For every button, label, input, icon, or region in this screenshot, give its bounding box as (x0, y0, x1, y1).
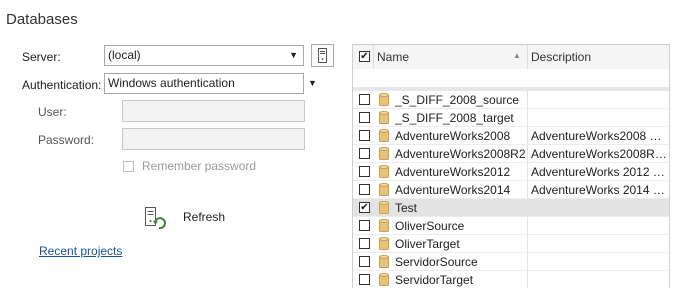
header-divider (373, 45, 374, 69)
user-field[interactable] (122, 100, 305, 122)
user-label: User: (38, 105, 67, 119)
database-name: _S_DIFF_2008_source (395, 93, 520, 107)
filter-row[interactable] (353, 69, 669, 88)
database-icon (379, 93, 389, 106)
server-value: (local) (108, 48, 141, 62)
database-icon (379, 147, 389, 160)
chevron-down-icon: ▼ (289, 50, 298, 60)
database-name: ServidorSource (395, 255, 478, 269)
database-icon (379, 111, 389, 124)
column-divider (527, 235, 528, 252)
database-description: AdventureWorks2008 Sa... (531, 129, 667, 143)
chevron-down-icon[interactable]: ▼ (308, 78, 317, 88)
table-row[interactable]: AdventureWorks2014 AdventureWorks 2014 Sa… (353, 181, 669, 199)
database-name: AdventureWorks2008R2 (395, 147, 526, 161)
refresh-button[interactable]: Refresh (140, 203, 230, 233)
header-divider (527, 45, 528, 69)
recent-projects-link[interactable]: Recent projects (39, 244, 122, 258)
remember-password-checkbox[interactable] (123, 161, 134, 172)
database-icon (379, 219, 389, 232)
table-row[interactable]: OliverTarget (353, 235, 669, 253)
table-row[interactable]: _S_DIFF_2008_target (353, 109, 669, 127)
server-refresh-icon (145, 207, 166, 230)
database-description: AdventureWorks 2014 Sa... (531, 183, 667, 197)
database-icon (379, 255, 389, 268)
server-browse-icon (318, 48, 327, 63)
database-description: AdventureWorks 2012 Sa... (531, 165, 667, 179)
table-row[interactable]: ServidorTarget (353, 271, 669, 288)
column-divider (527, 127, 528, 144)
database-name: AdventureWorks2014 (395, 183, 511, 197)
row-checkbox[interactable] (359, 220, 370, 231)
database-name: AdventureWorks2012 (395, 165, 511, 179)
row-checkbox[interactable] (359, 274, 370, 285)
database-icon (379, 201, 389, 214)
sort-up-icon: ▲ (513, 51, 521, 60)
page-title: Databases (6, 11, 78, 28)
refresh-label: Refresh (183, 210, 226, 224)
database-name: Test (395, 201, 418, 215)
browse-server-button[interactable] (311, 44, 334, 67)
table-row[interactable]: AdventureWorks2008R2 AdventureWorks2008R2… (353, 145, 669, 163)
database-icon (379, 237, 389, 250)
row-checkbox[interactable] (359, 256, 370, 267)
name-column-header[interactable]: Name (377, 50, 409, 64)
authentication-value: Windows authentication (108, 76, 235, 90)
grid-header: ✔ Name ▲ Description (353, 45, 669, 70)
database-icon (379, 165, 389, 178)
row-checkbox[interactable] (359, 130, 370, 141)
database-name: _S_DIFF_2008_target (395, 111, 514, 125)
column-divider (527, 217, 528, 234)
row-checkbox[interactable] (359, 94, 370, 105)
database-name: ServidorTarget (395, 273, 474, 287)
column-divider (527, 145, 528, 162)
database-name: OliverSource (395, 219, 465, 233)
authentication-label: Authentication: (22, 78, 102, 92)
column-divider (527, 199, 528, 216)
row-checkbox[interactable]: ✔ (359, 202, 370, 213)
database-grid: ✔ Name ▲ Description _S_DIFF_2008_source… (352, 44, 670, 288)
table-row[interactable]: AdventureWorks2008 AdventureWorks2008 Sa.… (353, 127, 669, 145)
table-row[interactable]: OliverSource (353, 217, 669, 235)
table-row[interactable]: ServidorSource (353, 253, 669, 271)
row-checkbox[interactable] (359, 112, 370, 123)
server-label: Server: (22, 50, 61, 64)
description-column-header[interactable]: Description (531, 50, 591, 64)
row-checkbox[interactable] (359, 166, 370, 177)
authentication-dropdown[interactable]: Windows authentication (104, 73, 304, 94)
grid-rows: _S_DIFF_2008_source _S_DIFF_2008_target Ad… (353, 91, 669, 288)
column-divider (527, 271, 528, 288)
select-all-checkbox[interactable]: ✔ (359, 51, 370, 62)
row-checkbox[interactable] (359, 238, 370, 249)
database-name: OliverTarget (395, 237, 460, 251)
database-icon (379, 129, 389, 142)
column-divider (527, 181, 528, 198)
table-row[interactable]: AdventureWorks2012 AdventureWorks 2012 Sa… (353, 163, 669, 181)
column-divider (527, 253, 528, 270)
password-label: Password: (38, 133, 95, 147)
row-checkbox[interactable] (359, 184, 370, 195)
database-icon (379, 273, 389, 286)
database-name: AdventureWorks2008 (395, 129, 511, 143)
column-divider (527, 109, 528, 126)
column-divider (527, 163, 528, 180)
remember-password-label: Remember password (142, 159, 257, 173)
password-field[interactable] (122, 128, 305, 150)
row-checkbox[interactable] (359, 148, 370, 159)
column-divider (527, 91, 528, 108)
server-dropdown[interactable]: (local) ▼ (104, 45, 304, 66)
table-row[interactable]: ✔ Test (353, 199, 669, 217)
table-row[interactable]: _S_DIFF_2008_source (353, 91, 669, 109)
database-icon (379, 183, 389, 196)
database-description: AdventureWorks2008R2... (531, 147, 667, 161)
